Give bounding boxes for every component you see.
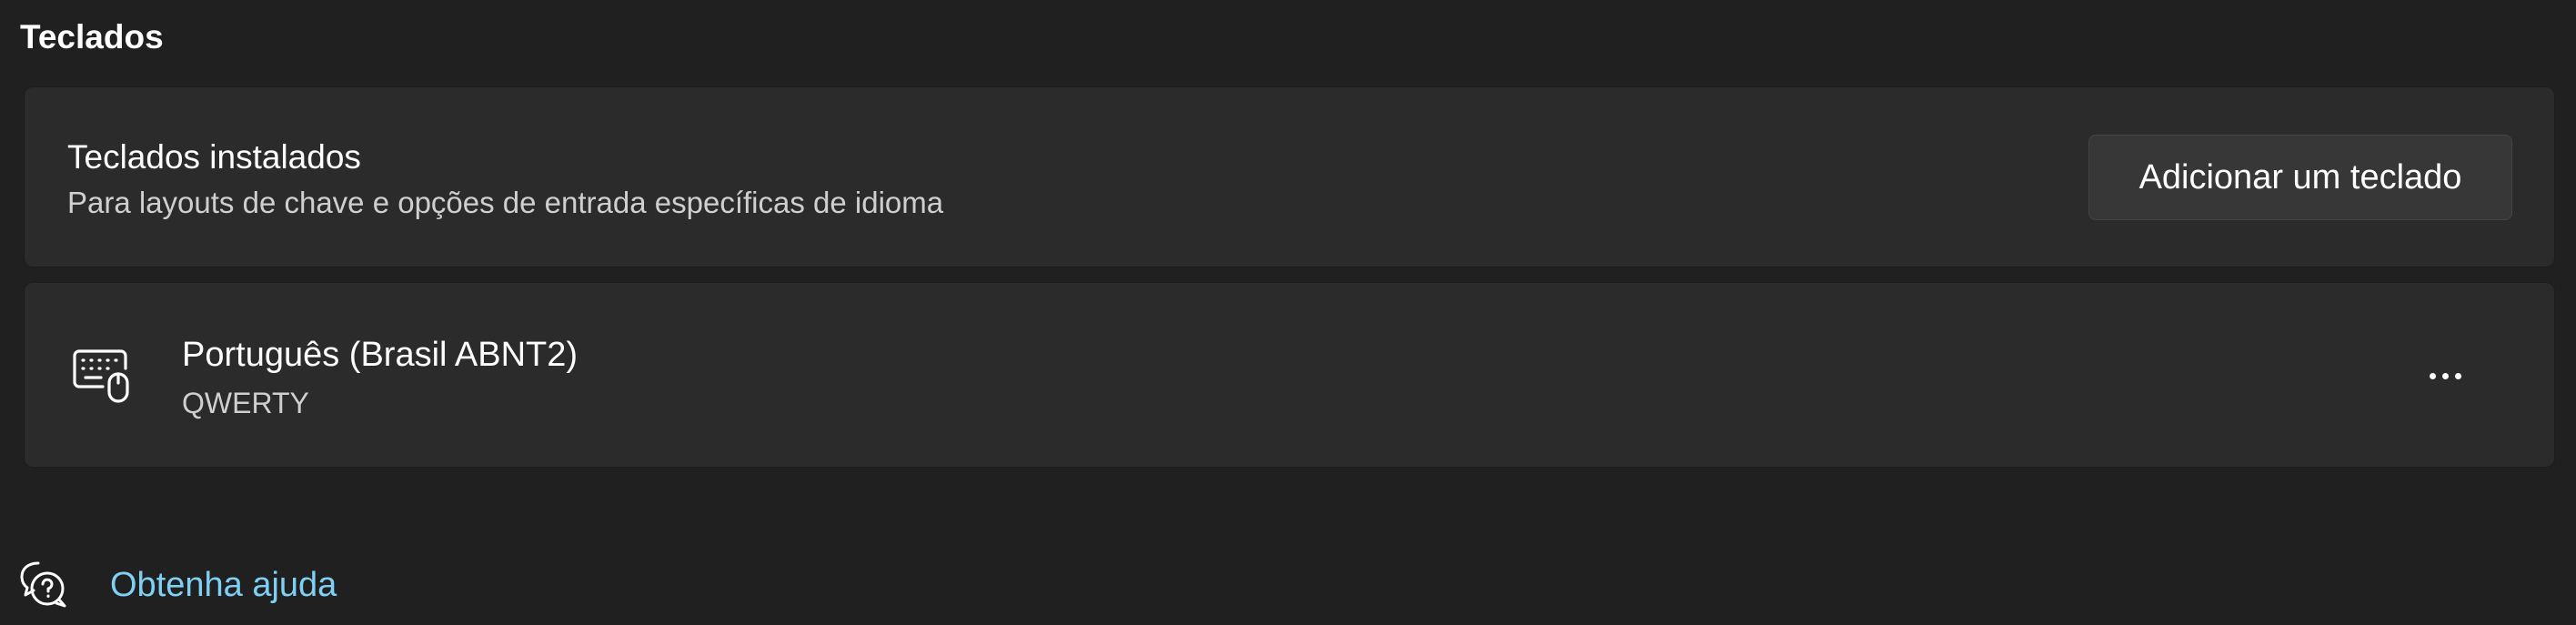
keyboard-name: Português (Brasil ABNT2) [182,336,579,374]
more-dot [2429,372,2436,379]
add-keyboard-button[interactable]: Adicionar um teclado [2088,135,2512,220]
installed-keyboards-description: Para layouts de chave e opções de entrad… [67,186,944,219]
more-dot [2454,372,2461,379]
more-options-button[interactable] [2418,356,2472,396]
get-help-link[interactable]: Obtenha ajuda [110,564,337,606]
section-title: Teclados [20,18,164,55]
more-dot [2441,372,2449,379]
keyboard-layout: QWERTY [182,387,309,419]
installed-keyboards-card: Teclados instalados Para layouts de chav… [24,86,2555,267]
get-help-row: Obtenha ajuda [18,557,418,611]
installed-keyboards-title: Teclados instalados [67,138,361,176]
keyboards-settings-page: Teclados Teclados instalados Para layout… [0,0,2576,625]
help-chat-icon [20,561,66,608]
keyboard-mouse-icon [73,349,129,403]
keyboard-list-item: Português (Brasil ABNT2) QWERTY [24,282,2555,468]
